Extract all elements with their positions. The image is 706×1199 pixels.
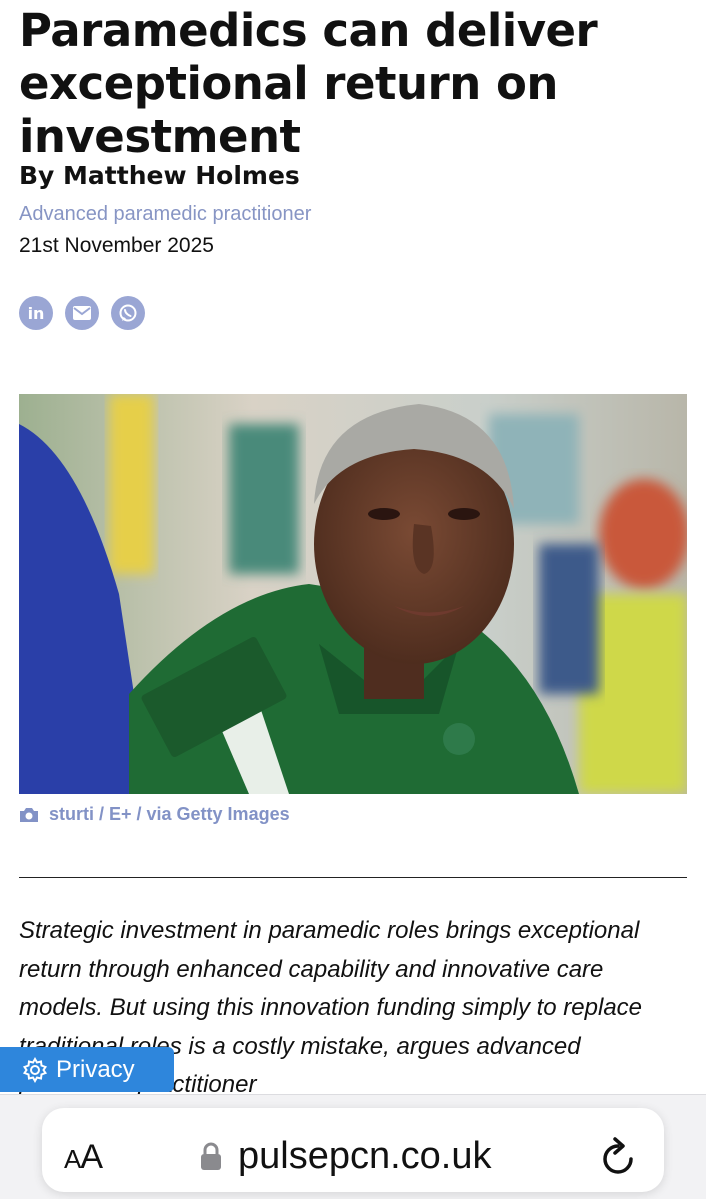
share-buttons: in xyxy=(19,296,145,330)
divider xyxy=(19,877,687,878)
image-credit: sturti / E+ / via Getty Images xyxy=(19,804,290,825)
image-credit-text: sturti / E+ / via Getty Images xyxy=(49,804,290,824)
email-share-button[interactable] xyxy=(65,296,99,330)
whatsapp-icon xyxy=(119,304,137,322)
article-date: 21st November 2025 xyxy=(19,234,214,257)
article-byline[interactable]: By Matthew Holmes xyxy=(19,161,300,190)
camera-icon xyxy=(20,807,38,822)
email-icon xyxy=(73,306,91,320)
reload-icon[interactable] xyxy=(598,1133,640,1181)
lock-icon xyxy=(201,1142,221,1170)
hero-image xyxy=(19,394,687,794)
linkedin-share-button[interactable]: in xyxy=(19,296,53,330)
text-size-large-label: A xyxy=(80,1138,103,1176)
privacy-button[interactable]: Privacy xyxy=(0,1047,174,1092)
privacy-label: Privacy xyxy=(56,1055,135,1083)
article-title: Paramedics can deliver exceptional retur… xyxy=(19,4,598,163)
author-role: Advanced paramedic practitioner xyxy=(19,203,312,225)
url-domain[interactable]: pulsepcn.co.uk xyxy=(238,1135,492,1178)
linkedin-icon: in xyxy=(27,303,45,323)
text-size-small-label: A xyxy=(64,1144,81,1174)
whatsapp-share-button[interactable] xyxy=(111,296,145,330)
text-size-button[interactable]: AA xyxy=(64,1138,103,1177)
paramedic-photo xyxy=(19,394,687,794)
gear-icon xyxy=(22,1056,48,1083)
